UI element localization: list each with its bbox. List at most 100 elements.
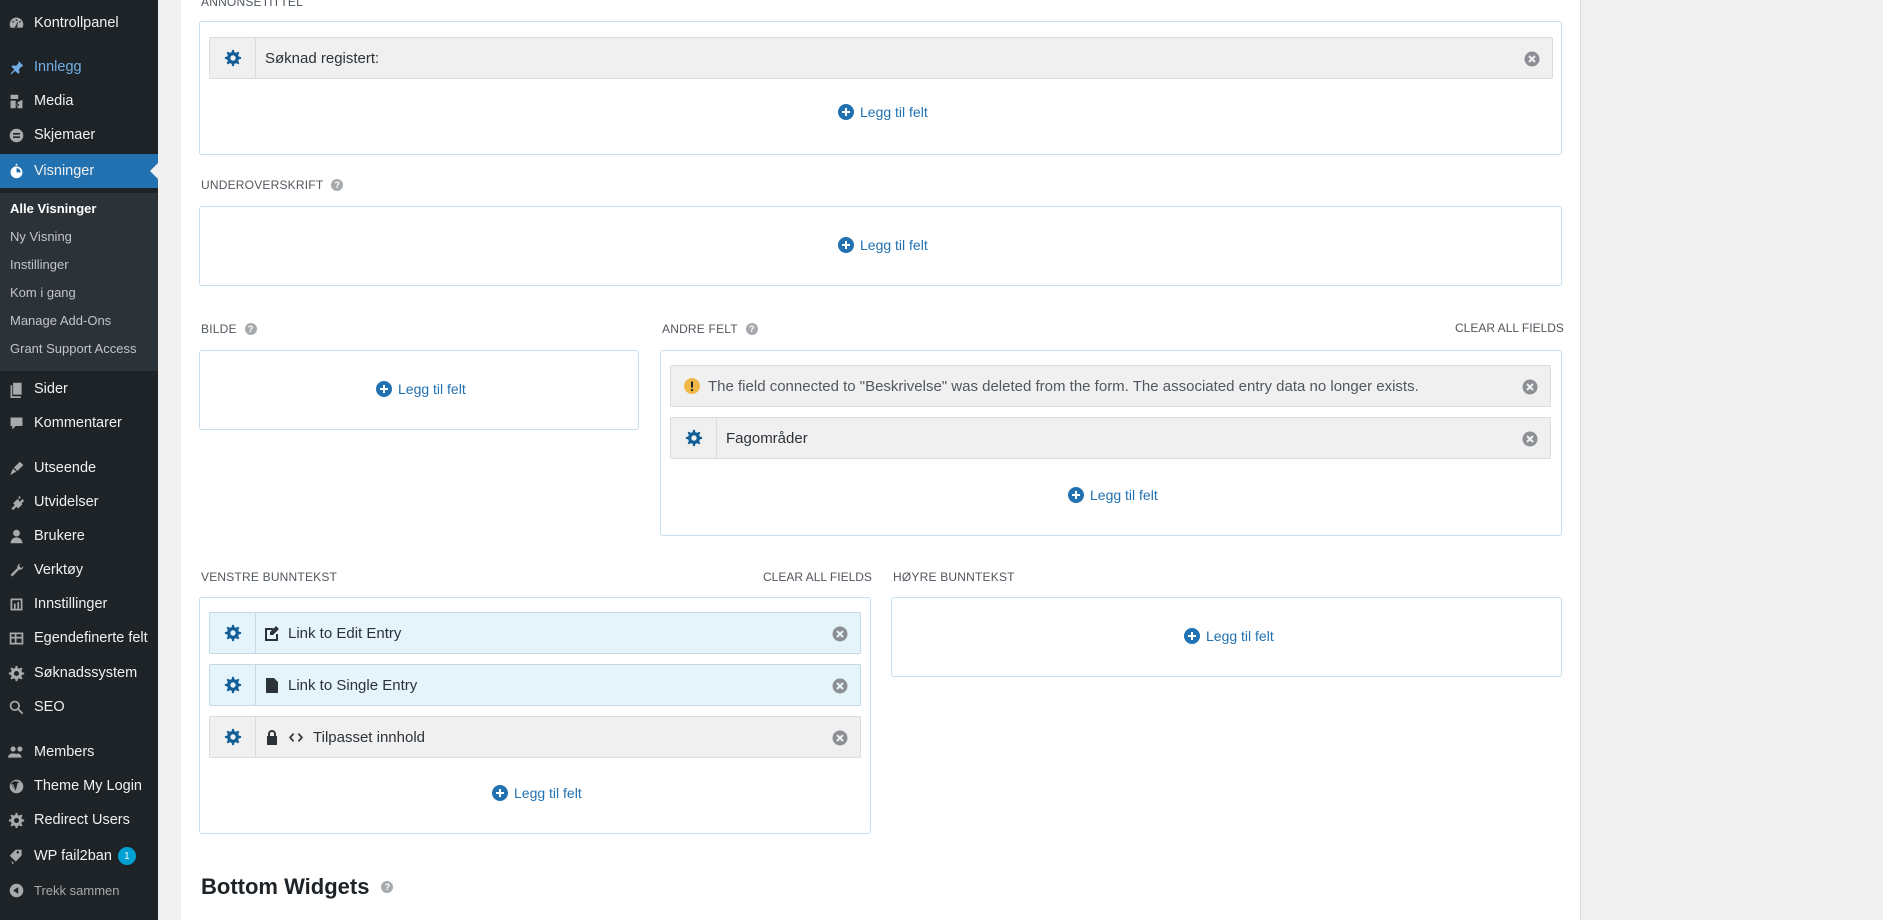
menu-item-members[interactable]: Members (0, 735, 158, 769)
close-icon (832, 730, 848, 746)
menu-label: Kommentarer (34, 415, 122, 431)
field-settings-button[interactable] (210, 38, 256, 78)
tag-icon (6, 846, 26, 866)
close-icon (832, 678, 848, 694)
menu-item-utseende[interactable]: Utseende (0, 451, 158, 485)
remove-field-button[interactable] (832, 730, 848, 746)
remove-field-button[interactable] (832, 626, 848, 642)
clear-all-fields-link[interactable]: CLEAR ALL FIELDS (763, 570, 872, 584)
collapse-arrow-icon (6, 880, 26, 900)
menu-item-innlegg[interactable]: Innlegg (0, 50, 158, 84)
add-field-button[interactable]: Legg til felt (838, 237, 928, 253)
submenu-ny-visning[interactable]: Ny Visning (10, 229, 72, 244)
menu-item-verktoy[interactable]: Verktøy (0, 553, 158, 587)
menu-item-kontrollpanel[interactable]: Kontrollpanel (0, 6, 158, 40)
gear-icon (224, 676, 241, 694)
appearance-icon (6, 458, 26, 478)
zone-label-other: ANDRE FELT? (662, 322, 758, 336)
plus-circle-icon (838, 104, 854, 120)
help-icon[interactable]: ? (381, 881, 394, 893)
add-field-button[interactable]: Legg til felt (838, 104, 928, 120)
field-settings-button[interactable] (671, 418, 717, 458)
help-icon[interactable]: ? (331, 179, 344, 191)
edit-icon (265, 625, 279, 641)
warning-text: The field connected to "Beskrivelse" was… (708, 377, 1419, 395)
gear-icon (224, 49, 241, 67)
zone-label-title: ANNONSETITTEL (201, 0, 303, 9)
field-settings-button[interactable] (210, 665, 256, 705)
warning-icon (684, 378, 700, 394)
menu-item-skjemaer[interactable]: Skjemaer (0, 118, 158, 152)
users-icon (6, 526, 26, 546)
right-footer-zone: Legg til felt (891, 597, 1562, 677)
submenu-kom-i-gang[interactable]: Kom i gang (10, 285, 76, 300)
remove-field-button[interactable] (1522, 431, 1538, 447)
menu-item-sider[interactable]: Sider (0, 372, 158, 406)
remove-field-button[interactable] (1524, 51, 1540, 67)
menu-item-egendefinerte-felt[interactable]: Egendefinerte felt (0, 621, 158, 655)
field-settings-button[interactable] (210, 717, 256, 757)
wordpress-icon (6, 776, 26, 796)
remove-field-button[interactable] (1522, 379, 1538, 395)
menu-item-utvidelser[interactable]: Utvidelser (0, 485, 158, 519)
menu-label: Innstillinger (34, 596, 108, 612)
menu-item-brukere[interactable]: Brukere (0, 519, 158, 553)
close-icon (832, 626, 848, 642)
add-field-button[interactable]: Legg til felt (376, 381, 466, 397)
plus-circle-icon (838, 237, 854, 253)
add-field-button[interactable]: Legg til felt (1184, 628, 1274, 644)
submenu-alle-visninger[interactable]: Alle Visninger (10, 201, 96, 216)
field-item: Link to Single Entry (209, 664, 861, 706)
submenu-manage-add-ons[interactable]: Manage Add-Ons (10, 313, 111, 328)
menu-item-wp-fail2ban[interactable]: WP fail2ban 1 (0, 839, 158, 873)
menu-item-visninger[interactable]: Visninger (0, 154, 158, 188)
forms-icon (6, 125, 26, 145)
help-icon[interactable]: ? (244, 323, 257, 335)
deleted-field-warning: The field connected to "Beskrivelse" was… (670, 365, 1551, 407)
gear-icon (6, 663, 26, 683)
menu-label: Media (34, 93, 74, 109)
menu-item-seo[interactable]: SEO (0, 690, 158, 724)
gear-icon (6, 810, 26, 830)
field-label: Link to Edit Entry (265, 625, 401, 642)
field-item: Tilpasset innhold (209, 716, 861, 758)
menu-item-innstillinger[interactable]: Innstillinger (0, 587, 158, 621)
menu-label: Members (34, 744, 95, 760)
close-icon (1522, 379, 1538, 395)
field-item: Link to Edit Entry (209, 612, 861, 654)
search-icon (6, 697, 26, 717)
field-item: Søknad registert: (209, 37, 1553, 79)
submenu-instillinger[interactable]: Instillinger (10, 257, 69, 272)
close-icon (1522, 431, 1538, 447)
submenu-grant-support-access[interactable]: Grant Support Access (10, 341, 136, 356)
menu-item-theme-my-login[interactable]: Theme My Login (0, 769, 158, 803)
zone-label-subtitle: UNDEROVERSKRIFT? (201, 178, 344, 192)
menu-item-redirect-users[interactable]: Redirect Users (0, 803, 158, 837)
help-icon[interactable]: ? (745, 323, 758, 335)
zone-label-right-footer: HØYRE BUNNTEKST (893, 570, 1015, 584)
field-label: Tilpasset innhold (265, 729, 425, 746)
menu-item-kommentarer[interactable]: Kommentarer (0, 406, 158, 440)
add-field-button[interactable]: Legg til felt (492, 785, 582, 801)
menu-item-soknadssystem[interactable]: Søknadssystem (0, 656, 158, 690)
gear-icon (224, 728, 241, 746)
menu-label: Utvidelser (34, 494, 99, 510)
members-icon (6, 742, 26, 762)
clear-all-fields-link[interactable]: CLEAR ALL FIELDS (1455, 321, 1564, 335)
remove-field-button[interactable] (832, 678, 848, 694)
menu-label: Verktøy (34, 562, 84, 578)
menu-label: Sider (34, 381, 68, 397)
collapse-menu-button[interactable]: Trekk sammen (0, 873, 158, 907)
admin-sidebar: Kontrollpanel Innlegg Media Skjemaer Vis… (0, 0, 158, 920)
image-zone: Legg til felt (199, 350, 639, 430)
menu-item-media[interactable]: Media (0, 84, 158, 118)
table-icon (6, 628, 26, 648)
code-icon (289, 732, 303, 742)
menu-label: Utseende (34, 460, 97, 476)
plus-circle-icon (1184, 628, 1200, 644)
field-settings-button[interactable] (210, 613, 256, 653)
add-field-button[interactable]: Legg til felt (1068, 487, 1158, 503)
collapse-label: Trekk sammen (34, 882, 120, 898)
menu-label: Visninger (34, 163, 95, 179)
views-icon (6, 161, 26, 181)
